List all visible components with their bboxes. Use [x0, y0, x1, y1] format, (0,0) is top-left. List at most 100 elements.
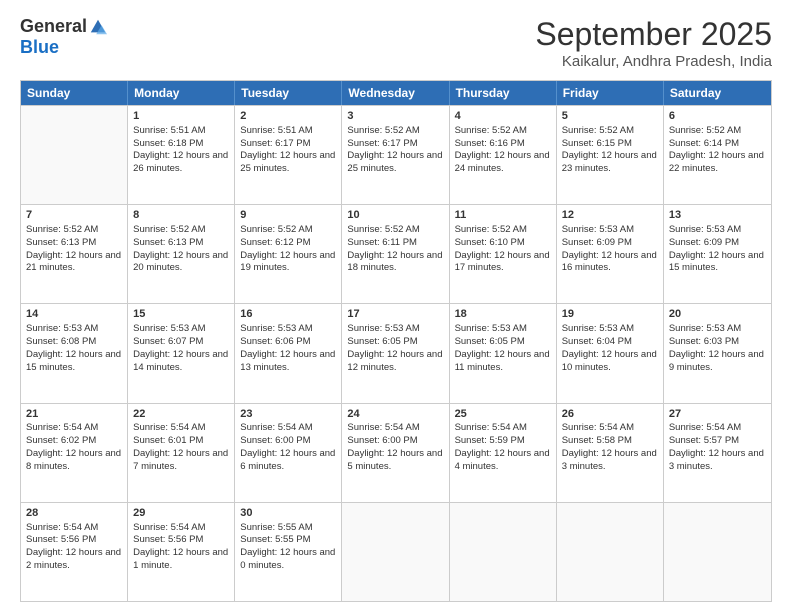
sunset-text: Sunset: 6:13 PM: [133, 237, 203, 248]
cal-cell-w5-d4: [342, 503, 449, 601]
day-number: 25: [455, 407, 551, 422]
sunrise-text: Sunrise: 5:54 AM: [669, 422, 741, 433]
cal-cell-w3-d5: 18 Sunrise: 5:53 AM Sunset: 6:05 PM Dayl…: [450, 304, 557, 402]
cal-cell-w4-d5: 25 Sunrise: 5:54 AM Sunset: 5:59 PM Dayl…: [450, 404, 557, 502]
daylight-text: Daylight: 12 hours and 9 minutes.: [669, 349, 764, 373]
sunrise-text: Sunrise: 5:52 AM: [133, 224, 205, 235]
sunset-text: Sunset: 6:02 PM: [26, 435, 96, 446]
day-number: 12: [562, 208, 658, 223]
sunrise-text: Sunrise: 5:54 AM: [26, 422, 98, 433]
header-sunday: Sunday: [21, 81, 128, 105]
day-number: 1: [133, 109, 229, 124]
cal-cell-w5-d5: [450, 503, 557, 601]
sunset-text: Sunset: 6:07 PM: [133, 336, 203, 347]
day-number: 6: [669, 109, 766, 124]
calendar-body: 1 Sunrise: 5:51 AM Sunset: 6:18 PM Dayli…: [21, 105, 771, 601]
day-number: 19: [562, 307, 658, 322]
cal-cell-w2-d4: 10 Sunrise: 5:52 AM Sunset: 6:11 PM Dayl…: [342, 205, 449, 303]
sunset-text: Sunset: 6:10 PM: [455, 237, 525, 248]
day-number: 4: [455, 109, 551, 124]
day-number: 14: [26, 307, 122, 322]
daylight-text: Daylight: 12 hours and 10 minutes.: [562, 349, 657, 373]
cal-cell-w4-d4: 24 Sunrise: 5:54 AM Sunset: 6:00 PM Dayl…: [342, 404, 449, 502]
cal-cell-w3-d3: 16 Sunrise: 5:53 AM Sunset: 6:06 PM Dayl…: [235, 304, 342, 402]
daylight-text: Daylight: 12 hours and 12 minutes.: [347, 349, 442, 373]
daylight-text: Daylight: 12 hours and 25 minutes.: [240, 150, 335, 174]
daylight-text: Daylight: 12 hours and 8 minutes.: [26, 448, 121, 472]
cal-cell-w2-d5: 11 Sunrise: 5:52 AM Sunset: 6:10 PM Dayl…: [450, 205, 557, 303]
sunrise-text: Sunrise: 5:53 AM: [455, 323, 527, 334]
day-number: 9: [240, 208, 336, 223]
daylight-text: Daylight: 12 hours and 26 minutes.: [133, 150, 228, 174]
header: General Blue September 2025 Kaikalur, An…: [20, 16, 772, 70]
day-number: 15: [133, 307, 229, 322]
daylight-text: Daylight: 12 hours and 15 minutes.: [669, 250, 764, 274]
cal-cell-w3-d2: 15 Sunrise: 5:53 AM Sunset: 6:07 PM Dayl…: [128, 304, 235, 402]
day-number: 21: [26, 407, 122, 422]
daylight-text: Daylight: 12 hours and 18 minutes.: [347, 250, 442, 274]
cal-cell-w5-d3: 30 Sunrise: 5:55 AM Sunset: 5:55 PM Dayl…: [235, 503, 342, 601]
day-number: 29: [133, 506, 229, 521]
sunset-text: Sunset: 6:12 PM: [240, 237, 310, 248]
title-area: September 2025 Kaikalur, Andhra Pradesh,…: [535, 16, 772, 70]
sunrise-text: Sunrise: 5:51 AM: [240, 125, 312, 136]
day-number: 5: [562, 109, 658, 124]
day-number: 8: [133, 208, 229, 223]
day-number: 27: [669, 407, 766, 422]
sunrise-text: Sunrise: 5:52 AM: [240, 224, 312, 235]
sunset-text: Sunset: 6:13 PM: [26, 237, 96, 248]
sunset-text: Sunset: 6:15 PM: [562, 138, 632, 149]
sunset-text: Sunset: 6:05 PM: [347, 336, 417, 347]
sunrise-text: Sunrise: 5:51 AM: [133, 125, 205, 136]
sunset-text: Sunset: 6:05 PM: [455, 336, 525, 347]
sunrise-text: Sunrise: 5:52 AM: [562, 125, 634, 136]
sunrise-text: Sunrise: 5:53 AM: [347, 323, 419, 334]
subtitle: Kaikalur, Andhra Pradesh, India: [535, 53, 772, 70]
sunrise-text: Sunrise: 5:52 AM: [347, 125, 419, 136]
week-row-4: 21 Sunrise: 5:54 AM Sunset: 6:02 PM Dayl…: [21, 403, 771, 502]
cal-cell-w5-d1: 28 Sunrise: 5:54 AM Sunset: 5:56 PM Dayl…: [21, 503, 128, 601]
sunset-text: Sunset: 6:09 PM: [669, 237, 739, 248]
cal-cell-w3-d1: 14 Sunrise: 5:53 AM Sunset: 6:08 PM Dayl…: [21, 304, 128, 402]
cal-cell-w3-d7: 20 Sunrise: 5:53 AM Sunset: 6:03 PM Dayl…: [664, 304, 771, 402]
sunrise-text: Sunrise: 5:55 AM: [240, 522, 312, 533]
week-row-1: 1 Sunrise: 5:51 AM Sunset: 6:18 PM Dayli…: [21, 105, 771, 204]
daylight-text: Daylight: 12 hours and 20 minutes.: [133, 250, 228, 274]
cal-cell-w1-d5: 4 Sunrise: 5:52 AM Sunset: 6:16 PM Dayli…: [450, 106, 557, 204]
daylight-text: Daylight: 12 hours and 25 minutes.: [347, 150, 442, 174]
sunset-text: Sunset: 6:03 PM: [669, 336, 739, 347]
header-monday: Monday: [128, 81, 235, 105]
sunset-text: Sunset: 6:17 PM: [347, 138, 417, 149]
sunset-text: Sunset: 6:16 PM: [455, 138, 525, 149]
sunrise-text: Sunrise: 5:53 AM: [669, 323, 741, 334]
cal-cell-w4-d2: 22 Sunrise: 5:54 AM Sunset: 6:01 PM Dayl…: [128, 404, 235, 502]
header-tuesday: Tuesday: [235, 81, 342, 105]
day-number: 22: [133, 407, 229, 422]
sunset-text: Sunset: 6:01 PM: [133, 435, 203, 446]
daylight-text: Daylight: 12 hours and 7 minutes.: [133, 448, 228, 472]
sunrise-text: Sunrise: 5:53 AM: [133, 323, 205, 334]
day-number: 7: [26, 208, 122, 223]
day-number: 20: [669, 307, 766, 322]
sunset-text: Sunset: 6:18 PM: [133, 138, 203, 149]
cal-cell-w1-d3: 2 Sunrise: 5:51 AM Sunset: 6:17 PM Dayli…: [235, 106, 342, 204]
sunrise-text: Sunrise: 5:54 AM: [347, 422, 419, 433]
daylight-text: Daylight: 12 hours and 0 minutes.: [240, 547, 335, 571]
cal-cell-w2-d3: 9 Sunrise: 5:52 AM Sunset: 6:12 PM Dayli…: [235, 205, 342, 303]
cal-cell-w4-d7: 27 Sunrise: 5:54 AM Sunset: 5:57 PM Dayl…: [664, 404, 771, 502]
week-row-2: 7 Sunrise: 5:52 AM Sunset: 6:13 PM Dayli…: [21, 204, 771, 303]
daylight-text: Daylight: 12 hours and 16 minutes.: [562, 250, 657, 274]
daylight-text: Daylight: 12 hours and 11 minutes.: [455, 349, 550, 373]
daylight-text: Daylight: 12 hours and 23 minutes.: [562, 150, 657, 174]
daylight-text: Daylight: 12 hours and 4 minutes.: [455, 448, 550, 472]
month-title: September 2025: [535, 16, 772, 53]
daylight-text: Daylight: 12 hours and 6 minutes.: [240, 448, 335, 472]
day-number: 24: [347, 407, 443, 422]
day-number: 23: [240, 407, 336, 422]
daylight-text: Daylight: 12 hours and 3 minutes.: [669, 448, 764, 472]
sunset-text: Sunset: 6:06 PM: [240, 336, 310, 347]
cal-cell-w4-d3: 23 Sunrise: 5:54 AM Sunset: 6:00 PM Dayl…: [235, 404, 342, 502]
day-number: 18: [455, 307, 551, 322]
daylight-text: Daylight: 12 hours and 21 minutes.: [26, 250, 121, 274]
sunset-text: Sunset: 5:57 PM: [669, 435, 739, 446]
